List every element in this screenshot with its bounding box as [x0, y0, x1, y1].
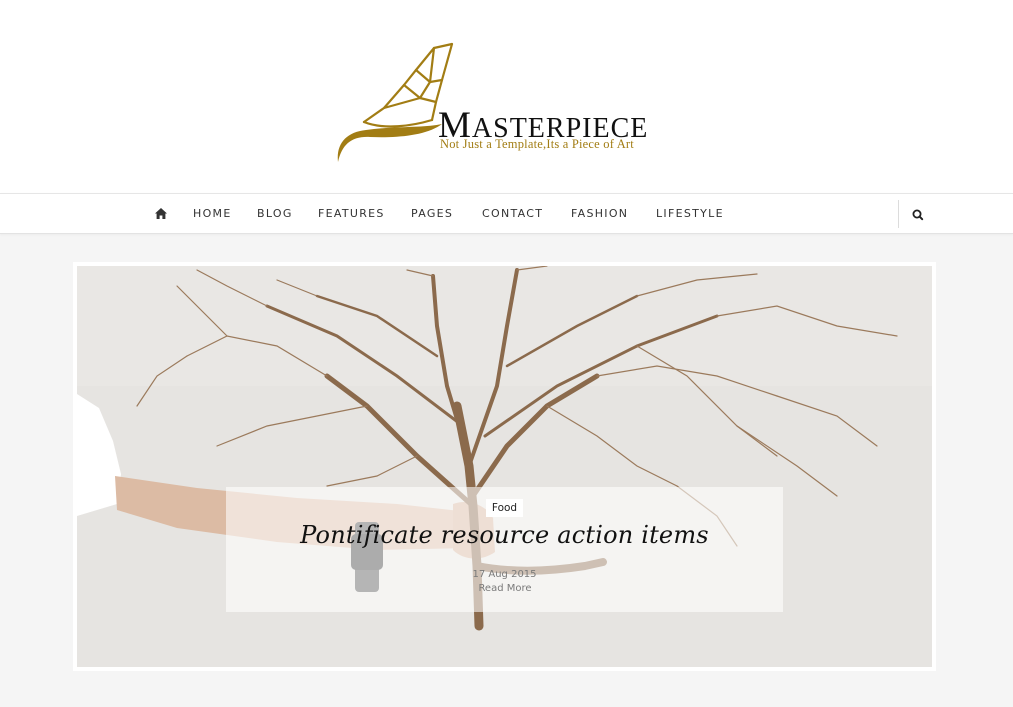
nav-item-features[interactable]: FEATURES — [318, 207, 385, 220]
home-icon — [155, 208, 167, 219]
search-button[interactable] — [909, 206, 927, 224]
nav-item-pages[interactable]: PAGES — [411, 207, 453, 220]
nav-item-home[interactable]: HOME — [193, 207, 232, 220]
category-badge[interactable]: Food — [486, 499, 523, 517]
read-more-link[interactable]: Read More — [470, 583, 540, 594]
nav-divider — [898, 200, 899, 228]
main-nav: HOME BLOG FEATURES PAGES CONTACT FASHION… — [0, 193, 1013, 234]
nav-item-fashion[interactable]: FASHION — [571, 207, 628, 220]
nav-item-lifestyle[interactable]: LIFESTYLE — [656, 207, 724, 220]
site-header: MASTERPIECE Not Just a Template,Its a Pi… — [0, 0, 1013, 193]
nav-home-link[interactable] — [154, 207, 170, 221]
nav-item-blog[interactable]: BLOG — [257, 207, 293, 220]
site-tagline: Not Just a Template,Its a Piece of Art — [440, 137, 634, 151]
post-date: 17 Aug 2015 — [472, 569, 537, 580]
post-title[interactable]: Pontificate resource action items — [226, 521, 783, 549]
nav-item-contact[interactable]: CONTACT — [482, 207, 543, 220]
search-icon — [912, 209, 924, 221]
site-logo[interactable]: MASTERPIECE Not Just a Template,Its a Pi… — [334, 40, 664, 165]
